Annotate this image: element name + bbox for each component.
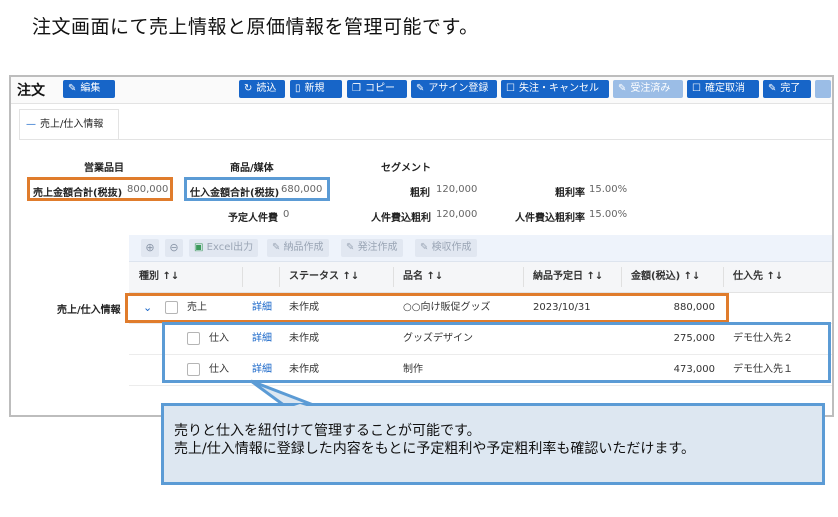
callout-box: 売りと仕入を紐付けて管理することが可能です。 売上/仕入情報に登録した内容をもと… xyxy=(161,403,825,485)
callout-line-1: 売りと仕入を紐付けて管理することが可能です。 xyxy=(174,423,481,439)
callout-line-2: 売上/仕入情報に登録した内容をもとに予定粗利や予定粗利率も確認いただけます。 xyxy=(174,441,696,457)
